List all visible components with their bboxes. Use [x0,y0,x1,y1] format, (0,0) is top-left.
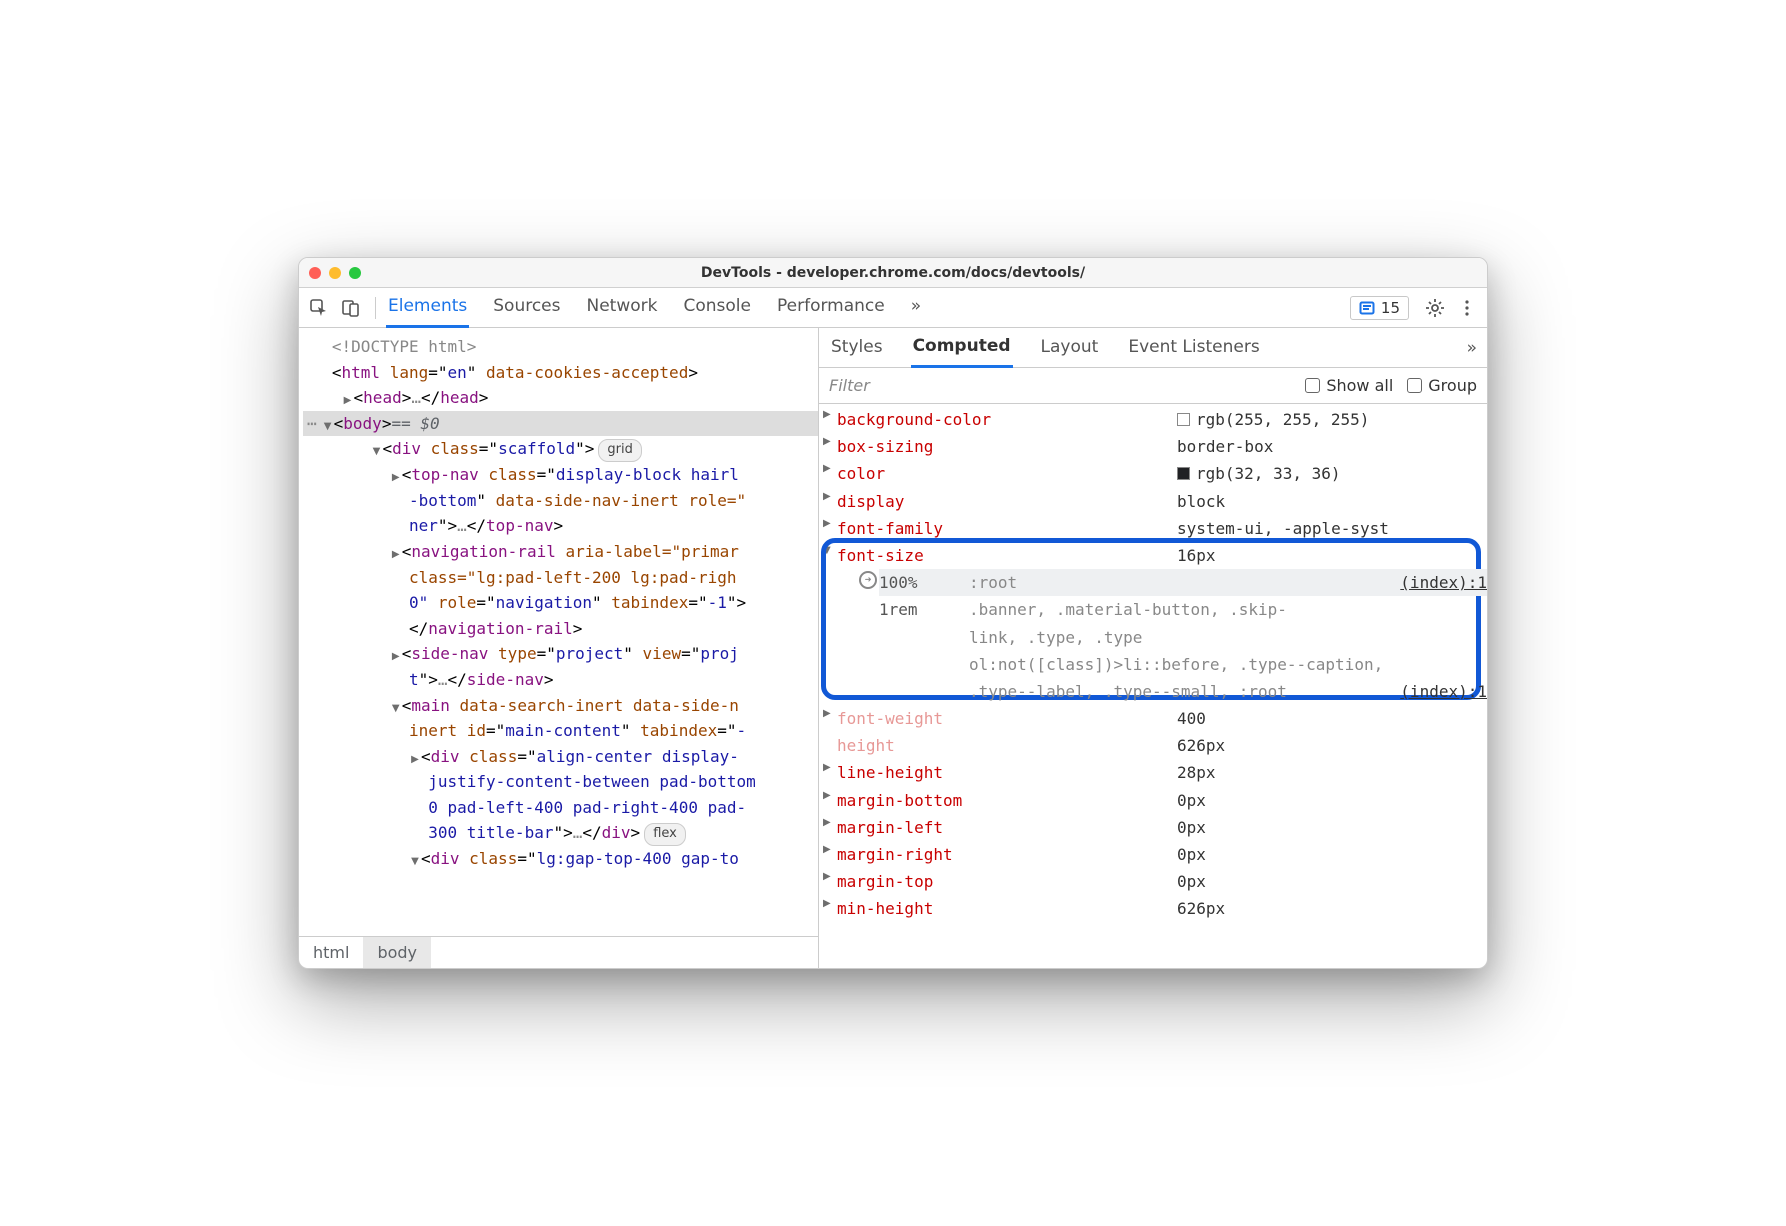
prop-display[interactable]: ▶displayblock [819,488,1487,515]
grid-badge[interactable]: grid [598,439,641,462]
prop-min-height[interactable]: ▶min-height626px [819,895,1487,922]
dom-panel: <!DOCTYPE html> <html lang="en" data-coo… [299,328,819,968]
tab-elements[interactable]: Elements [386,288,469,328]
prop-line-height[interactable]: ▶line-height28px [819,759,1487,786]
prop-font-weight[interactable]: ▶font-weight400 [819,705,1487,732]
tab-network[interactable]: Network [585,288,660,328]
minimize-window-button[interactable] [329,267,341,279]
show-all-checkbox[interactable]: Show all [1305,376,1393,395]
selected-element-row[interactable]: ⋯<body> == $0 [303,411,818,437]
main-area: <!DOCTYPE html> <html lang="en" data-coo… [299,328,1487,968]
filter-input[interactable]: Filter [829,376,1291,395]
prop-box-sizing[interactable]: ▶box-sizingborder-box [819,433,1487,460]
main-tabs: Elements Sources Network Console Perform… [386,288,923,328]
subtab-event-listeners[interactable]: Event Listeners [1126,329,1261,366]
dom-tree[interactable]: <!DOCTYPE html> <html lang="en" data-coo… [299,328,818,936]
font-size-source-2[interactable]: 1rem .banner, .material-button, .skip- [879,596,1487,623]
prop-margin-left[interactable]: ▶margin-left0px [819,814,1487,841]
font-size-source-1[interactable]: 100% :root (index):1 [879,569,1487,596]
zoom-window-button[interactable] [349,267,361,279]
sidebar-tabs: Styles Computed Layout Event Listeners » [819,328,1487,368]
prop-margin-bottom[interactable]: ▶margin-bottom0px [819,787,1487,814]
breadcrumb: html body [299,936,818,968]
issues-badge[interactable]: 15 [1350,296,1409,320]
group-checkbox[interactable]: Group [1407,376,1477,395]
issues-count: 15 [1381,299,1400,317]
prop-font-size[interactable]: ▼ font-size 16px [819,542,1487,569]
filter-row: Filter Show all Group [819,368,1487,404]
inspect-element-icon[interactable] [305,294,333,322]
window-title: DevTools - developer.chrome.com/docs/dev… [299,265,1487,281]
prop-background-color[interactable]: ▶background-colorrgb(255, 255, 255) [819,406,1487,433]
goto-source-icon[interactable]: ➜ [859,571,877,589]
prop-margin-top[interactable]: ▶margin-top0px [819,868,1487,895]
doctype: <!DOCTYPE html> [332,337,477,356]
tab-console[interactable]: Console [681,288,753,328]
titlebar: DevTools - developer.chrome.com/docs/dev… [299,258,1487,288]
settings-icon[interactable] [1421,294,1449,322]
traffic-lights [309,267,361,279]
tab-sources[interactable]: Sources [491,288,562,328]
font-size-sources: ➜ 100% :root (index):1 1rem .banner, .ma… [819,569,1487,705]
subtab-styles[interactable]: Styles [829,329,885,366]
device-toolbar-icon[interactable] [337,294,365,322]
prop-font-family[interactable]: ▶font-familysystem-ui, -apple-syst [819,515,1487,542]
main-toolbar: Elements Sources Network Console Perform… [299,288,1487,328]
prop-height[interactable]: height626px [819,732,1487,759]
flex-badge[interactable]: flex [644,823,686,846]
more-subtabs-icon[interactable]: » [1467,338,1477,358]
breadcrumb-body[interactable]: body [363,937,431,968]
prop-margin-right[interactable]: ▶margin-right0px [819,841,1487,868]
prop-color[interactable]: ▶colorrgb(32, 33, 36) [819,460,1487,487]
side-panel: Styles Computed Layout Event Listeners »… [819,328,1487,968]
subtab-layout[interactable]: Layout [1039,329,1101,366]
subtab-computed[interactable]: Computed [911,328,1013,368]
breadcrumb-html[interactable]: html [299,937,363,968]
devtools-window: DevTools - developer.chrome.com/docs/dev… [298,257,1488,969]
close-window-button[interactable] [309,267,321,279]
tab-performance[interactable]: Performance [775,288,887,328]
issues-icon [1359,300,1375,316]
kebab-menu-icon[interactable] [1453,294,1481,322]
computed-properties[interactable]: ▶background-colorrgb(255, 255, 255)▶box-… [819,404,1487,968]
toolbar-separator [375,297,376,319]
more-tabs-icon[interactable]: » [909,288,923,328]
